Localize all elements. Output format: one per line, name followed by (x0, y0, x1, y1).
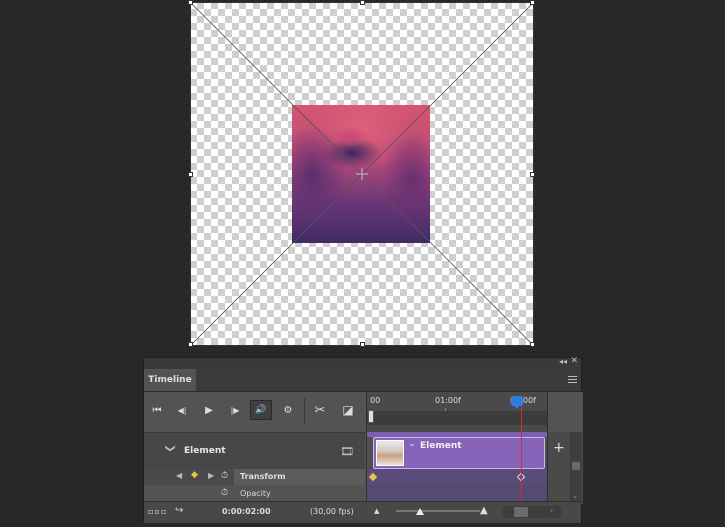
timeline-panel: ◂◂ ✕ Timeline ⏮ ◀| ▶ |▶ 🔊 ⚙ ✂ ◪ ❯ Elemen… (143, 356, 583, 523)
keyframe-diamond[interactable] (368, 472, 378, 482)
transform-label: Transform (234, 469, 365, 485)
zoom-out-icon[interactable]: ▲ (374, 507, 379, 515)
panel-collapse-bar: ◂◂ ✕ (144, 356, 581, 369)
playhead-pointer (513, 404, 521, 409)
next-frame-icon: |▶ (230, 405, 240, 415)
speaker-icon: 🔊 (255, 405, 267, 415)
layer-track-header[interactable]: ❯ Element 🎞 (144, 432, 365, 469)
clip-chevron-icon[interactable]: ⌄ (408, 439, 416, 449)
frame-rate: (30,00 fps) (310, 507, 354, 516)
scroll-down-icon[interactable]: ⌄ (572, 492, 578, 500)
clip-name: Element (420, 441, 462, 451)
ruler-label: 01:00f (435, 396, 461, 405)
frame-animation-icon[interactable]: ▫▫▫ (148, 507, 167, 516)
transform-handle-left[interactable] (188, 172, 193, 177)
transform-handle-bottom[interactable] (360, 342, 365, 347)
zoom-in-icon[interactable]: ▲ (480, 505, 488, 516)
previous-frame-button[interactable]: ◀| (171, 400, 193, 420)
stopwatch-icon[interactable]: ⏱ (221, 471, 228, 481)
panel-tab-bar: Timeline (144, 369, 581, 392)
zoom-slider-thumb[interactable] (416, 508, 424, 515)
opacity-keyframe-lane[interactable] (367, 486, 547, 502)
panel-menu-icon[interactable] (568, 376, 577, 384)
scroll-right-icon[interactable]: › (550, 506, 553, 515)
first-frame-icon: ⏮ (152, 404, 162, 416)
transform-handle-top-left[interactable] (188, 0, 193, 5)
audio-toggle-button[interactable]: 🔊 (250, 400, 272, 420)
work-area-start-handle[interactable] (368, 410, 374, 423)
tracks-right-strip: + ⌄ (547, 432, 583, 504)
previous-keyframe-icon[interactable]: ◀ (176, 471, 182, 480)
scroll-thumb[interactable] (572, 462, 580, 470)
timeline-footer: ▫▫▫ ↪ 0:00:02:00 (30,00 fps) ▲ ▲ › (144, 501, 581, 523)
document-canvas[interactable] (188, 0, 535, 347)
vertical-scrollbar[interactable]: ⌄ (570, 432, 582, 504)
transform-handle-bottom-right[interactable] (530, 342, 535, 347)
tab-timeline[interactable]: Timeline (144, 369, 196, 391)
ruler-right-strip (547, 392, 583, 432)
zoom-slider-track[interactable] (396, 510, 480, 512)
transform-handle-right[interactable] (530, 172, 535, 177)
convert-icon[interactable]: ↪ (175, 505, 183, 516)
tracks-area[interactable]: ⌄ Element (366, 432, 547, 504)
transition-button[interactable]: ◪ (337, 400, 359, 420)
transform-handle-top[interactable] (360, 0, 365, 5)
add-keyframe-icon[interactable]: ◆ (191, 470, 198, 480)
collapse-icon[interactable]: ◂◂ (559, 357, 567, 366)
previous-frame-icon: ◀| (177, 405, 187, 415)
split-at-playhead-button[interactable]: ✂ (309, 400, 331, 420)
scissors-icon: ✂ (314, 402, 326, 418)
clip-thumbnail (376, 440, 404, 466)
transform-property-row[interactable]: ◀ ◆ ▶ ⏱ Transform (144, 469, 365, 485)
play-icon: ▶ (205, 404, 213, 416)
play-button[interactable]: ▶ (198, 400, 220, 420)
controls-divider (304, 398, 305, 424)
transform-bounding-box (190, 2, 534, 346)
work-area-bar[interactable] (367, 411, 547, 425)
track-name: Element (184, 446, 226, 456)
transform-keyframe-lane[interactable] (367, 469, 547, 485)
next-frame-button[interactable]: |▶ (224, 400, 246, 420)
film-strip-icon[interactable]: 🎞 (340, 445, 354, 458)
transform-handle-top-right[interactable] (530, 0, 535, 5)
close-icon[interactable]: ✕ (570, 356, 578, 366)
gear-icon: ⚙ (283, 404, 293, 416)
playback-settings-button[interactable]: ⚙ (277, 400, 299, 420)
transform-handle-bottom-left[interactable] (188, 342, 193, 347)
ruler-label: 00 (370, 396, 381, 405)
transition-icon: ◪ (342, 403, 354, 417)
current-timecode: 0:00:02:00 (222, 507, 271, 516)
opacity-label: Opacity (240, 489, 271, 498)
add-media-icon[interactable]: + (553, 440, 565, 456)
opacity-property-row[interactable]: ⏱ Opacity (144, 486, 365, 502)
stopwatch-icon[interactable]: ⏱ (221, 488, 228, 498)
horizontal-scroll-thumb[interactable] (514, 507, 528, 517)
expand-chevron-icon[interactable]: ❯ (165, 444, 176, 452)
playback-controls: ⏮ ◀| ▶ |▶ 🔊 ⚙ ✂ ◪ (144, 392, 365, 432)
horizontal-scrollbar[interactable]: › (502, 506, 562, 518)
time-ruler[interactable]: 00 01:00f 02:00f (366, 392, 547, 432)
playhead-line (521, 406, 522, 503)
first-frame-button[interactable]: ⏮ (146, 400, 168, 420)
next-keyframe-icon[interactable]: ▶ (208, 471, 214, 480)
layer-clip[interactable]: ⌄ Element (373, 437, 545, 469)
